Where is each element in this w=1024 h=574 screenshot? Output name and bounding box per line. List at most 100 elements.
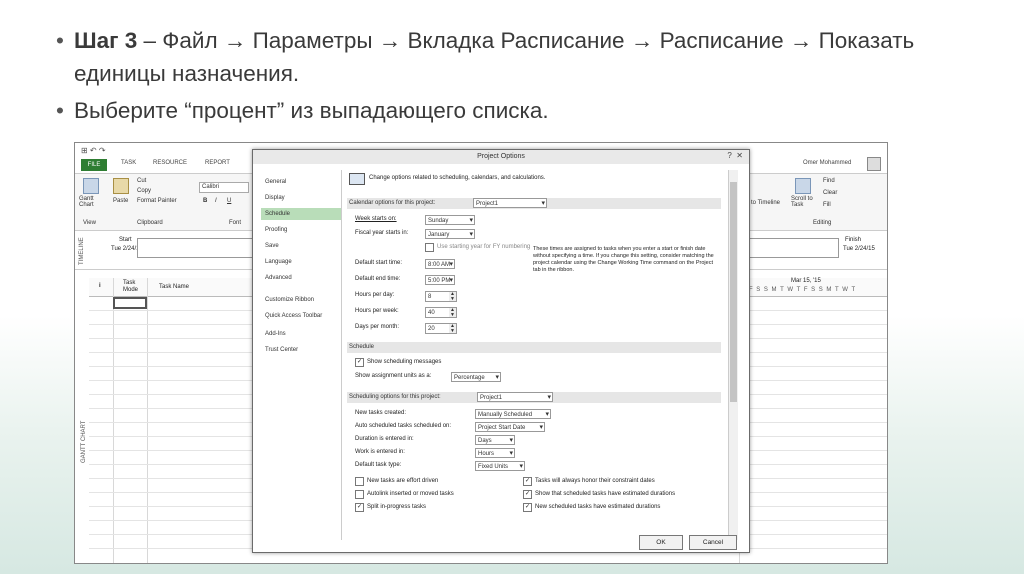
day-letter: W [842,287,852,293]
underline-button[interactable]: U [227,198,231,204]
auto-scheduled-select[interactable]: Project Start Date [475,422,545,432]
default-task-type-select[interactable]: Fixed Units [475,461,525,471]
nav-item-save[interactable]: Save [261,240,341,252]
hours-per-day-label: Hours per day: [355,292,395,298]
spinner-arrows-icon[interactable]: ▲ ▼ [449,308,456,317]
nav-item-general[interactable]: General [261,176,341,188]
honor-constraints-label: Tasks will always honor their constraint… [535,478,655,484]
new-estimated-label: New scheduled tasks have estimated durat… [535,504,661,510]
split-tasks-label: Split in-progress tasks [367,504,427,510]
tab-file[interactable]: FILE [81,159,107,171]
work-entered-label: Work is entered in: [355,449,405,455]
user-name[interactable]: Omer Mohammed [803,160,851,166]
format-painter-button[interactable]: Format Painter [137,198,177,204]
options-scrollbar[interactable] [728,170,738,540]
show-estimated-label: Show that scheduled tasks have estimated… [535,491,676,497]
dialog-title-buttons: ? ✕ [727,151,743,160]
paste-icon[interactable] [113,178,129,194]
fy-numbering-label: Use starting year for FY numbering [437,244,531,250]
tab-task[interactable]: TASK [121,160,136,166]
timeline-finish-date: Tue 2/24/15 [843,246,875,252]
selected-cell[interactable] [113,297,147,309]
gantt-chart-icon[interactable] [83,178,99,194]
tab-resource[interactable]: RESOURCE [153,160,187,166]
fiscal-year-select[interactable]: January [425,229,475,239]
work-entered-select[interactable]: Hours [475,448,515,458]
spinner-arrows-icon[interactable]: ▲ ▼ [449,292,456,301]
schedule-section: Schedule [347,342,721,353]
timeline-label: TIMELINE [79,237,85,265]
auto-scheduled-label: Auto scheduled tasks scheduled on: [355,423,452,429]
bold-button[interactable]: B [203,198,207,204]
new-estimated-checkbox[interactable]: ✓ [523,503,532,512]
scroll-to-task-icon[interactable] [795,178,811,194]
paste-button[interactable]: Paste [113,198,128,204]
calendar-options-icon [349,173,365,185]
days-per-month-spinner[interactable]: 20 ▲ ▼ [425,323,457,334]
copy-button[interactable]: Copy [137,188,151,194]
nav-item-quick-access-toolbar[interactable]: Quick Access Toolbar [261,310,341,322]
nav-item-advanced[interactable]: Advanced [261,272,341,284]
tab-report[interactable]: REPORT [205,160,230,166]
bullet-step3-text: – Файл → Параметры → Вкладка Расписание … [74,28,915,86]
to-timeline-button[interactable]: to Timeline [751,200,780,206]
clear-button[interactable]: Clear [823,190,837,196]
default-start-time-select[interactable]: 8:00 AM [425,259,455,269]
show-estimated-checkbox[interactable]: ✓ [523,490,532,499]
font-name-select[interactable]: Calibri [199,182,249,193]
dialog-title: Project Options [253,150,749,164]
new-tasks-created-select[interactable]: Manually Scheduled [475,409,551,419]
week-starts-label: Week starts on: [355,216,397,222]
project-screenshot: ⊞ ↶ ↷ FILE TASK RESOURCE REPORT Omer Moh… [74,142,888,564]
scheduling-project-select[interactable]: Project1 [477,392,553,402]
week-starts-select[interactable]: Sunday [425,215,475,225]
default-end-time-select[interactable]: 5:00 PM [425,275,455,285]
gantt-chart-button[interactable]: Gantt Chart [79,196,103,208]
split-tasks-checkbox[interactable]: ✓ [355,503,364,512]
times-note: These times are assigned to tasks when y… [533,246,714,273]
duration-entered-label: Duration is entered in: [355,436,414,442]
nav-item-display[interactable]: Display [261,192,341,204]
nav-item-trust-center[interactable]: Trust Center [261,344,341,356]
nav-item-language[interactable]: Language [261,256,341,268]
quick-access-toolbar[interactable]: ⊞ ↶ ↷ [81,146,106,155]
find-button[interactable]: Find [823,178,835,184]
close-icon[interactable]: ✕ [736,151,743,160]
duration-entered-select[interactable]: Days [475,435,515,445]
task-mode-column-header[interactable]: Task Mode [123,280,145,294]
cancel-button[interactable]: Cancel [689,535,737,550]
hours-per-day-spinner[interactable]: 8 ▲ ▼ [425,291,457,302]
show-scheduling-messages-checkbox[interactable]: ✓ [355,358,364,367]
hours-per-week-spinner[interactable]: 40 ▲ ▼ [425,307,457,318]
gantt-chart-side-label: GANTT CHART [81,420,87,463]
task-name-column-header[interactable]: Task Name [159,284,189,290]
info-column-header[interactable]: i [99,283,101,289]
day-letter: S [756,287,764,293]
scrollbar-thumb[interactable] [730,182,737,402]
nav-item-proofing[interactable]: Proofing [261,224,341,236]
fy-numbering-checkbox[interactable] [425,243,434,252]
avatar-icon[interactable] [867,157,881,171]
default-start-time-label: Default start time: [355,260,403,266]
effort-driven-checkbox[interactable] [355,477,364,486]
honor-constraints-checkbox[interactable]: ✓ [523,477,532,486]
nav-item-customize-ribbon[interactable]: Customize Ribbon [261,294,341,306]
cut-button[interactable]: Cut [137,178,146,184]
autolink-checkbox[interactable] [355,490,364,499]
ok-button[interactable]: OK [639,535,683,550]
scheduling-options-title: Scheduling options for this project: [349,394,441,400]
day-letter: M [826,287,835,293]
options-content: Change options related to scheduling, ca… [347,170,727,534]
scroll-to-task-button[interactable]: Scroll to Task [791,196,813,208]
spinner-arrows-icon[interactable]: ▲ ▼ [449,324,456,333]
nav-item-add-ins[interactable]: Add-Ins [261,328,341,340]
assignment-units-select[interactable]: Percentage [451,372,501,382]
nav-item-schedule[interactable]: Schedule [261,208,341,220]
default-end-time-label: Default end time: [355,276,401,282]
italic-button[interactable]: I [215,198,217,204]
fill-button[interactable]: Fill [823,202,831,208]
calendar-options-title: Calendar options for this project: [349,200,436,206]
day-letter: S [811,287,819,293]
help-icon[interactable]: ? [727,151,731,160]
calendar-project-select[interactable]: Project1 [473,198,547,208]
